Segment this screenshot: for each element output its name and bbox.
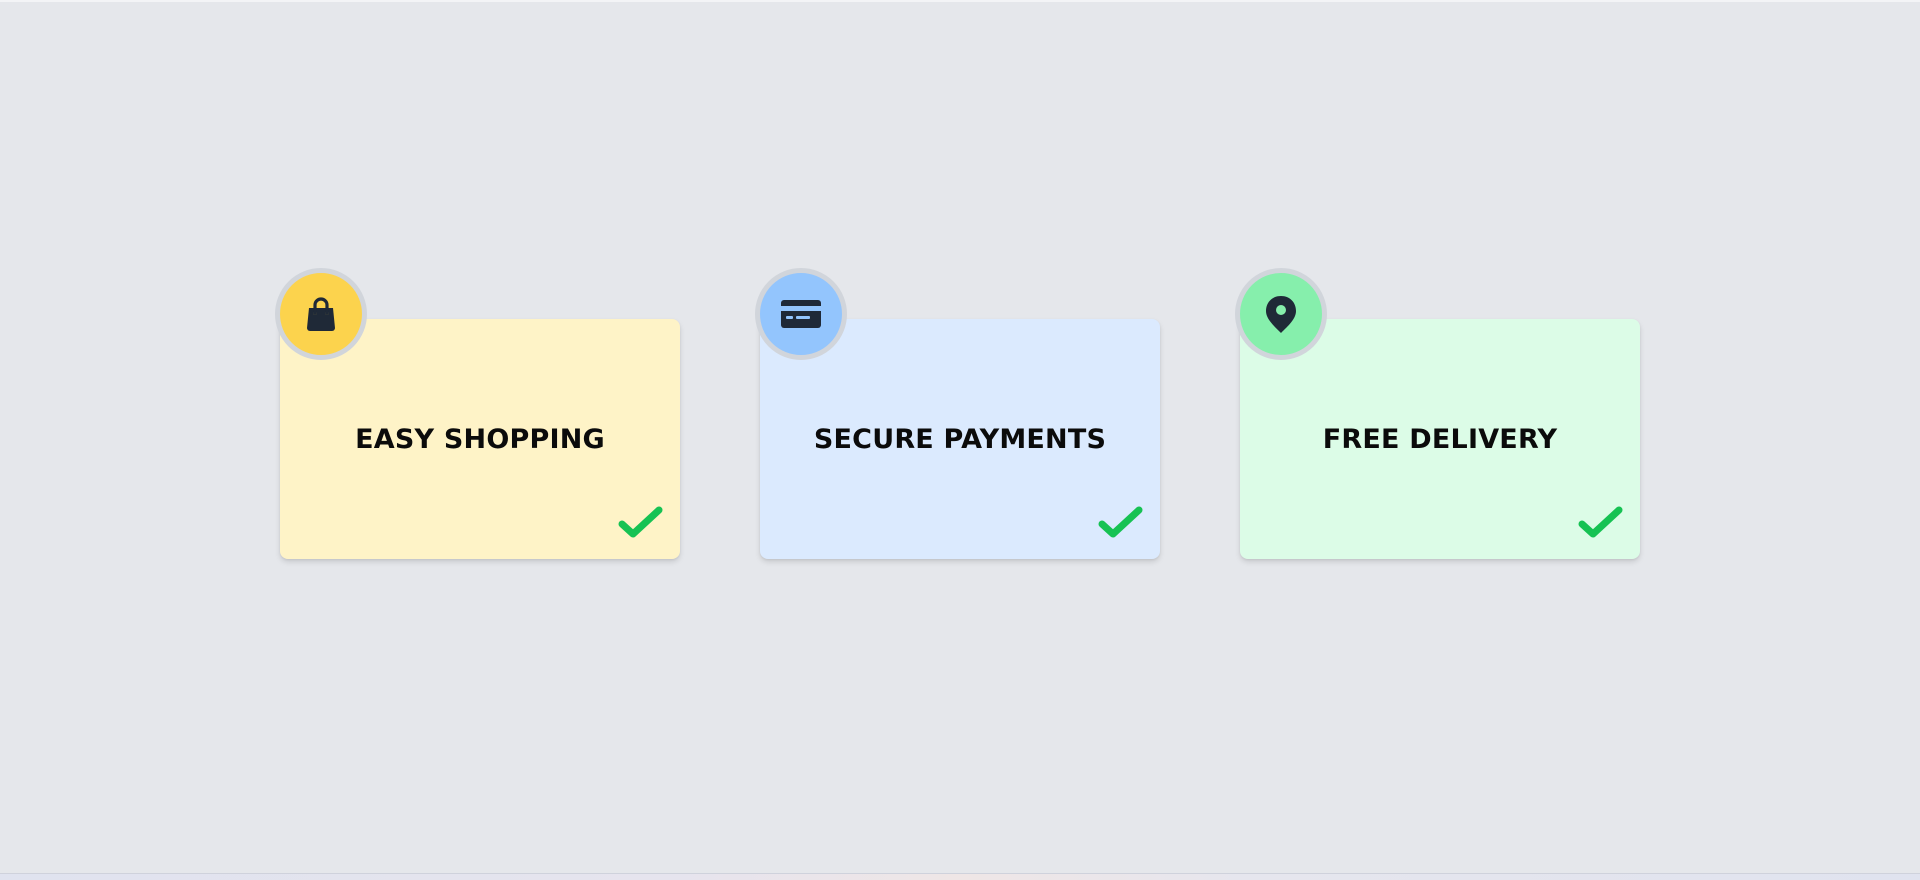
feature-card-easy-shopping: EASY SHOPPING [275,268,680,559]
feature-title: EASY SHOPPING [355,424,605,455]
shopping-bag-icon [307,297,335,331]
feature-title: SECURE PAYMENTS [813,424,1107,455]
feature-title: FREE DELIVERY [1322,424,1558,455]
check-icon [1578,506,1623,538]
feature-card-secure-payments: SECURE PAYMENTS [755,268,1160,559]
credit-card-icon [781,300,821,328]
check-icon [618,506,663,538]
map-pin-icon [1266,296,1296,333]
feature-card-free-delivery: FREE DELIVERY [1235,268,1640,559]
feature-badge [1235,268,1327,360]
feature-badge [755,268,847,360]
check-icon [1098,506,1143,538]
feature-badge [275,268,367,360]
top-border [0,0,1920,2]
